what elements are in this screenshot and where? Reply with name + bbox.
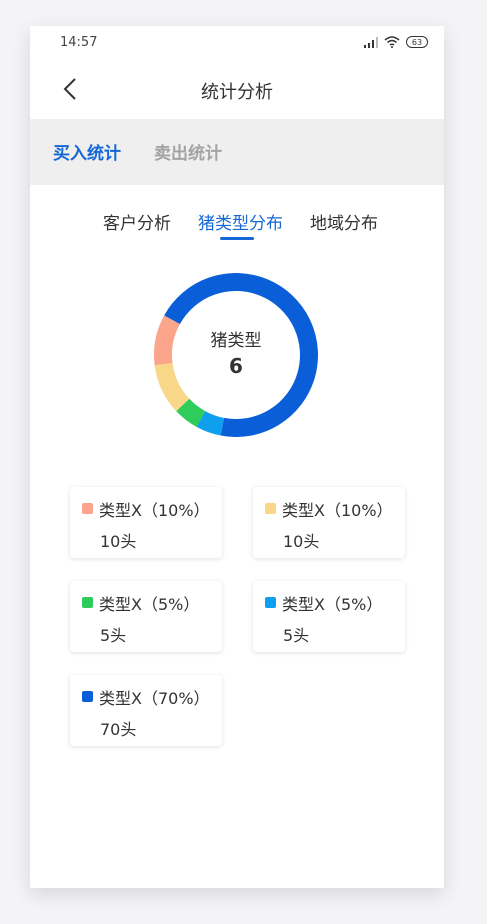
wifi-icon (384, 36, 400, 48)
legend-count: 10头 (100, 532, 137, 551)
phone-screen: 14:57 63 统计分析 买入统计 卖出统计 客户分析 猪类型分布 地域分布 … (30, 26, 444, 888)
legend-swatch (265, 503, 276, 514)
tab-pig-type-distribution[interactable]: 猪类型分布 (198, 209, 283, 234)
legend-label: 类型X（10%） (282, 501, 393, 520)
nav-bar: 统计分析 (30, 60, 444, 118)
legend-swatch (82, 691, 93, 702)
legend-card[interactable]: 类型X（5%） 5头 (253, 581, 405, 652)
legend-label: 类型X（5%） (99, 595, 200, 614)
donut-chart: 猪类型 6 (154, 273, 318, 437)
legend-label: 类型X（5%） (282, 595, 383, 614)
signal-icon (364, 36, 378, 48)
legend-swatch (82, 503, 93, 514)
donut-center-value: 6 (229, 354, 243, 378)
legend-count: 5头 (100, 626, 127, 645)
tab-customer-analysis[interactable]: 客户分析 (103, 209, 171, 234)
status-icons: 63 (364, 35, 428, 49)
legend-card[interactable]: 类型X（5%） 5头 (70, 581, 222, 652)
page-title: 统计分析 (201, 82, 273, 103)
donut-center-label: 猪类型 (210, 331, 262, 351)
donut-center: 猪类型 6 (154, 273, 318, 437)
legend-label: 类型X（70%） (99, 689, 210, 708)
status-bar: 14:57 63 (30, 26, 444, 60)
legend-card[interactable]: 类型X（10%） 10头 (70, 487, 222, 558)
top-tab-bar: 买入统计 卖出统计 (30, 119, 444, 185)
legend-count: 5头 (283, 626, 310, 645)
sub-tab-bar: 客户分析 猪类型分布 地域分布 (30, 206, 444, 246)
legend-count: 10头 (283, 532, 320, 551)
tab-region-distribution[interactable]: 地域分布 (310, 209, 378, 234)
legend-count: 70头 (100, 720, 137, 739)
legend-card[interactable]: 类型X（10%） 10头 (253, 487, 405, 558)
battery-icon: 63 (406, 36, 428, 48)
status-time: 14:57 (60, 35, 98, 50)
legend-card[interactable]: 类型X（70%） 70头 (70, 675, 222, 746)
active-tab-indicator (220, 237, 254, 240)
legend-label: 类型X（10%） (99, 501, 210, 520)
tab-sell-stats[interactable]: 卖出统计 (154, 139, 222, 164)
legend-swatch (265, 597, 276, 608)
tab-buy-stats[interactable]: 买入统计 (53, 139, 121, 164)
legend-swatch (82, 597, 93, 608)
